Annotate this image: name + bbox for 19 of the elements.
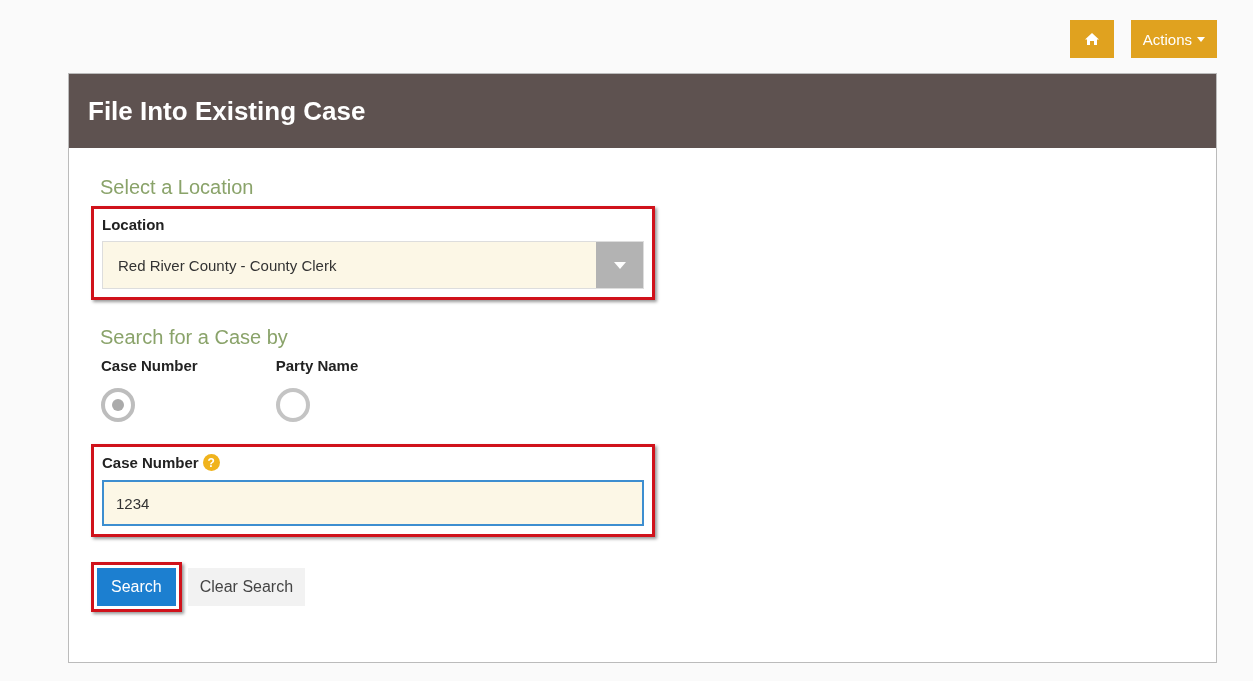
radio-label: Case Number: [101, 357, 198, 374]
dropdown-value: Red River County - County Clerk: [117, 256, 337, 274]
radio-label: Party Name: [275, 357, 359, 374]
dropdown-toggle[interactable]: [596, 242, 643, 288]
section-heading: Search for a Case by: [100, 326, 289, 349]
field-label: Case Number: [102, 454, 199, 471]
section-heading: Select a Location: [100, 176, 255, 199]
radio-button[interactable]: [275, 388, 310, 422]
home-button[interactable]: [1069, 20, 1114, 58]
radio-button[interactable]: [101, 388, 135, 422]
field-label: Location: [102, 216, 166, 233]
home-icon: [1083, 32, 1100, 46]
clear-search-button[interactable]: Clear Search: [187, 568, 306, 606]
location-dropdown[interactable]: Red River County - County Clerk: [102, 241, 644, 289]
case-number-field[interactable]: 1234: [102, 480, 644, 526]
search-button[interactable]: Search: [97, 568, 176, 606]
caret-icon: [1197, 36, 1205, 42]
caret-icon: [613, 261, 626, 269]
panel-title: File Into Existing Case: [88, 95, 366, 127]
